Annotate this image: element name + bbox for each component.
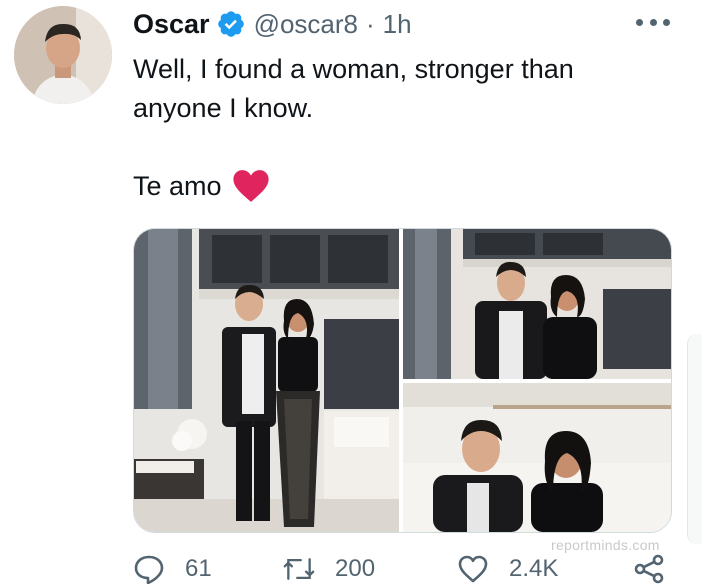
tweet-text-love: Te amo <box>133 166 270 206</box>
photo-couple-closeup[interactable] <box>403 383 671 532</box>
side-panel-edge <box>687 334 702 544</box>
share-icon <box>634 554 664 584</box>
tweet-text: Well, I found a woman, stronger than any… <box>133 50 653 128</box>
photo-couple-pose[interactable] <box>403 229 671 379</box>
tweet-header: Oscar @oscar8 · 1h <box>133 6 412 42</box>
like-button[interactable]: 2.4K <box>457 554 558 584</box>
dot <box>663 18 670 26</box>
author-name[interactable]: Oscar <box>133 9 210 40</box>
avatar[interactable] <box>14 6 112 104</box>
tweet-text-line: anyone I know. <box>133 93 314 123</box>
tweet-text-line: Te amo <box>133 171 222 201</box>
watermark: reportminds.com <box>551 537 660 553</box>
share-button[interactable] <box>633 554 685 584</box>
reply-icon <box>134 555 164 584</box>
more-dots-icon[interactable] <box>636 10 670 34</box>
dot <box>649 18 657 26</box>
media-grid <box>133 228 672 533</box>
retweet-icon <box>283 558 315 580</box>
verified-badge-icon <box>216 9 246 39</box>
dot <box>636 18 643 26</box>
like-heart-icon <box>458 555 488 583</box>
tweet-text-line: Well, I found a woman, stronger than <box>133 54 574 84</box>
separator-dot: · <box>366 8 375 39</box>
retweet-button[interactable]: 200 <box>283 554 375 584</box>
timestamp[interactable]: 1h <box>383 9 412 40</box>
author-handle[interactable]: @oscar8 <box>254 9 358 40</box>
reply-button[interactable]: 61 <box>133 554 212 584</box>
photo-couple-standing[interactable] <box>134 229 399 532</box>
red-heart-icon <box>232 170 269 202</box>
